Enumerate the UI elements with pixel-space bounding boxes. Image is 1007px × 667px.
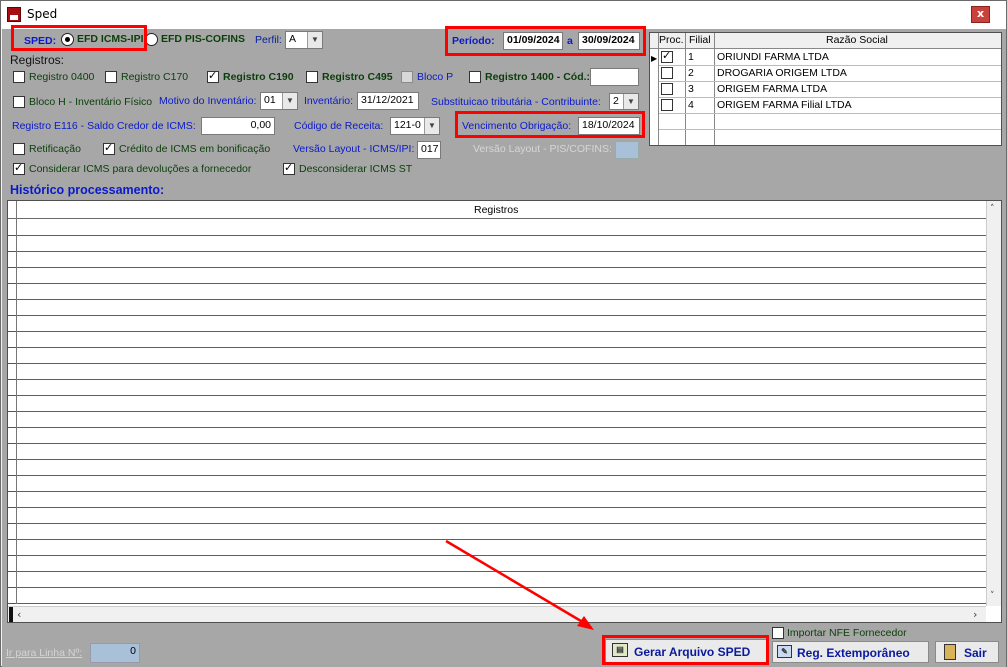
red-arrow-annotation [445,539,594,630]
